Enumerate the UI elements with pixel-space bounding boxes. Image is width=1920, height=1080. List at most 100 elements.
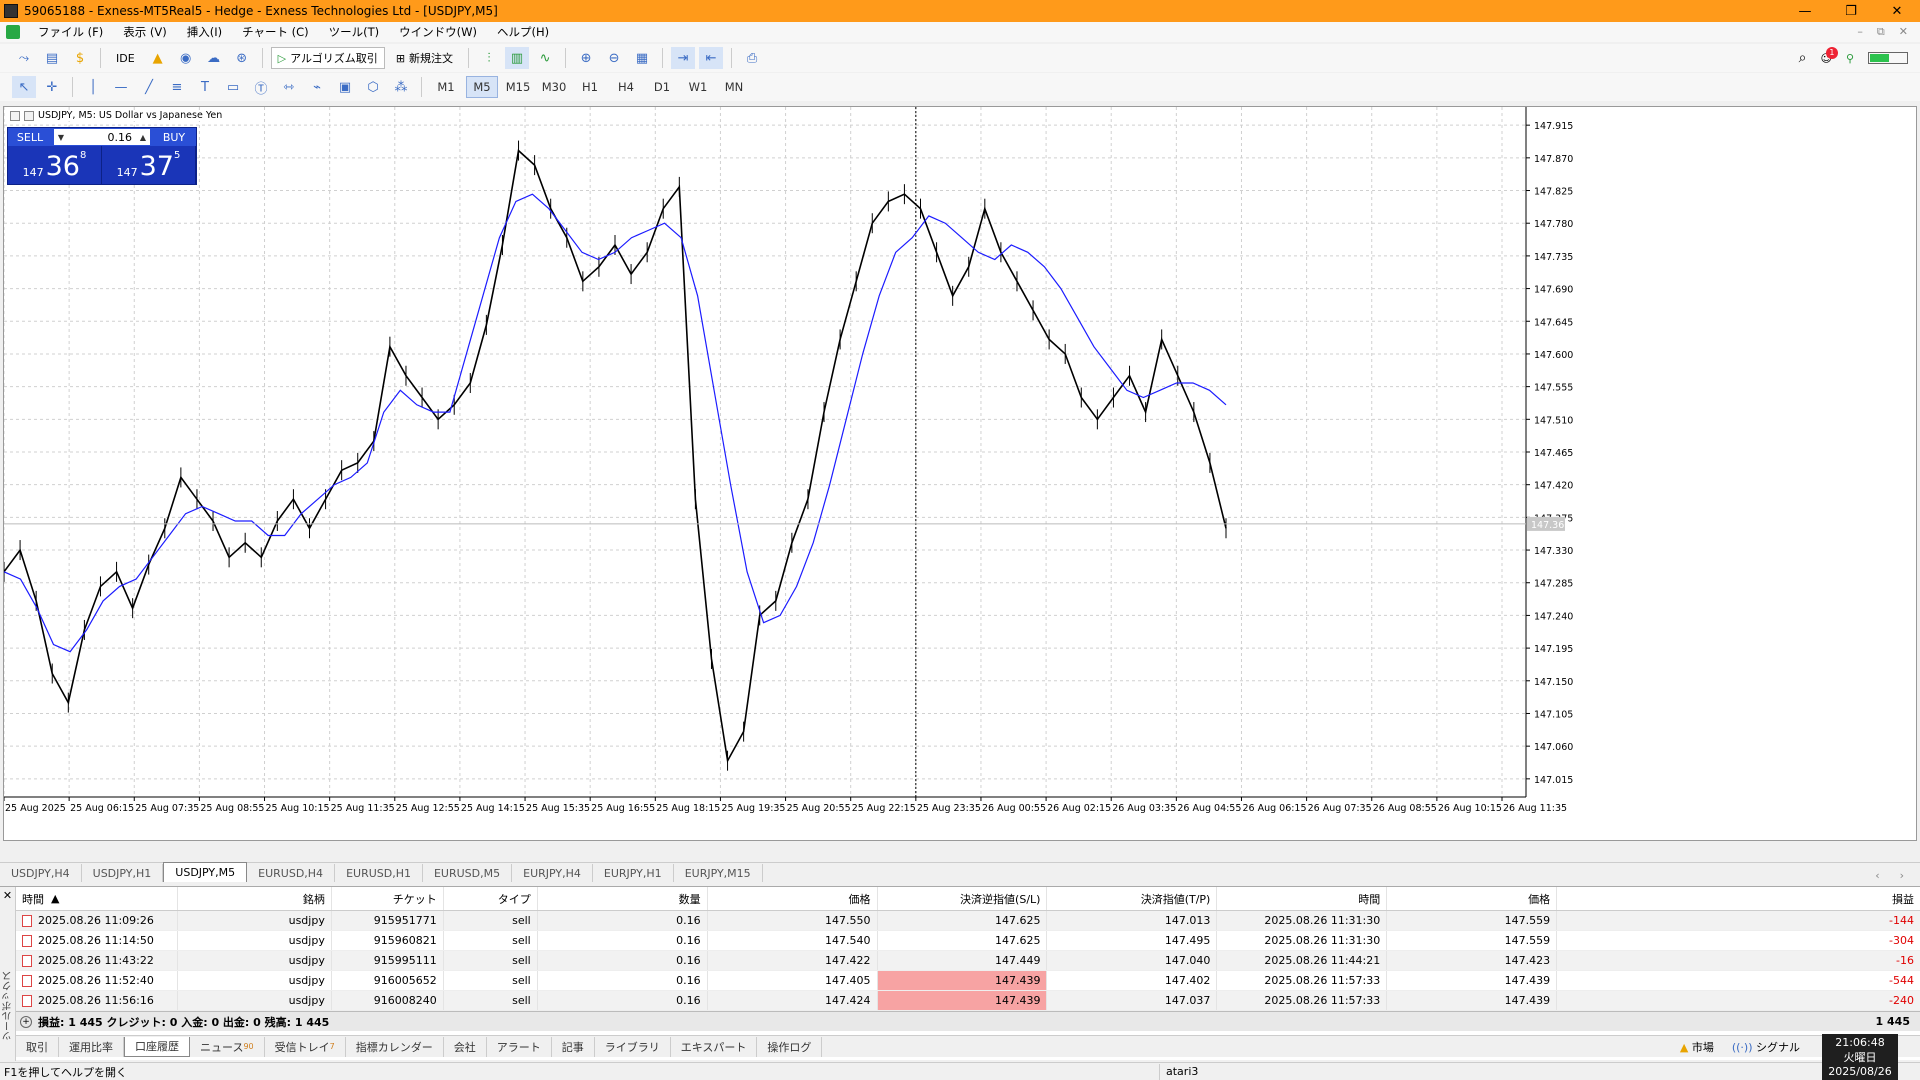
chart-properties-icon[interactable] (24, 110, 34, 121)
table-row[interactable]: 2025.08.26 11:14:50 usdjpy 915960821 sell 0.… (16, 931, 1920, 951)
buy-price[interactable]: 147 37 5 (102, 146, 196, 184)
new-chart-icon[interactable]: ⤳ (12, 47, 36, 69)
button-object-icon[interactable]: ▣ (333, 76, 357, 98)
sell-price[interactable]: 147 36 8 (8, 146, 102, 184)
community-icon[interactable]: ⊛ (230, 47, 254, 69)
lot-value[interactable]: 0.16 (68, 131, 136, 144)
menu-window[interactable]: ウインドウ(W) (389, 24, 487, 40)
lot-size-input[interactable]: ▼ 0.16 ▲ (54, 129, 150, 145)
chart-tab-eurusd-h4[interactable]: EURUSD,H4 (247, 864, 336, 882)
expand-icon[interactable]: + (20, 1015, 32, 1028)
chart-tab-eurusd-h1[interactable]: EURUSD,H1 (335, 864, 423, 882)
col-tp[interactable]: 決済指値(T/P) (1047, 887, 1218, 910)
col-symbol[interactable]: 銘柄 (178, 887, 332, 910)
buy-button[interactable]: BUY (152, 128, 196, 146)
lot-increase-icon[interactable]: ▲ (136, 133, 150, 142)
vertical-line-icon[interactable]: │ (81, 76, 105, 98)
timeframe-d1[interactable]: D1 (646, 76, 678, 98)
tab-articles[interactable]: 記事 (552, 1036, 595, 1057)
timeframe-m30[interactable]: M30 (538, 76, 570, 98)
timeframe-m1[interactable]: M1 (430, 76, 462, 98)
timeframe-h4[interactable]: H4 (610, 76, 642, 98)
indicator-icon[interactable]: ⌁ (305, 76, 329, 98)
tab-history[interactable]: 口座履歴 (124, 1036, 190, 1057)
bar-chart-icon[interactable]: ⫶ (477, 47, 501, 69)
close-icon[interactable]: ✕ (1874, 4, 1920, 19)
timeframe-mn[interactable]: MN (718, 76, 750, 98)
menu-insert[interactable]: 挿入(I) (177, 24, 232, 40)
maximize-icon[interactable]: ❐ (1828, 4, 1874, 19)
candlestick-icon[interactable]: ▥ (505, 47, 530, 69)
table-row[interactable]: 2025.08.26 11:43:22 usdjpy 915995111 sell 0.… (16, 951, 1920, 971)
arrow-icon[interactable]: ⇿ (277, 76, 301, 98)
tab-experts[interactable]: エキスパート (671, 1036, 758, 1057)
ide-button[interactable]: IDE (109, 47, 142, 69)
lot-dropdown-icon[interactable]: ▼ (54, 133, 68, 142)
timeframe-m15[interactable]: M15 (502, 76, 534, 98)
col-profit[interactable]: 損益 (1557, 887, 1920, 910)
objects-menu-icon[interactable]: ⁂ (389, 76, 413, 98)
col-time[interactable]: 時間 ▲ (16, 887, 178, 910)
screenshot-icon[interactable]: ⎙ (740, 47, 764, 69)
notifications-icon[interactable]: ☺ 1 (1820, 46, 1838, 65)
timeframe-w1[interactable]: W1 (682, 76, 714, 98)
horizontal-line-icon[interactable]: — (109, 76, 133, 98)
col-volume[interactable]: 数量 (538, 887, 708, 910)
chart-tab-eurjpy-m15[interactable]: EURJPY,M15 (674, 864, 763, 882)
col-ticket[interactable]: チケット (332, 887, 444, 910)
signal-link[interactable]: ((·)) シグナル (1732, 1039, 1800, 1055)
tab-exposure[interactable]: 運用比率 (59, 1036, 124, 1057)
col-price[interactable]: 価格 (708, 887, 878, 910)
signals-icon[interactable]: ◉ (174, 47, 198, 69)
profiles-icon[interactable]: ▤ (40, 47, 64, 69)
market-watch-icon[interactable]: $ (68, 47, 92, 69)
child-restore-icon[interactable]: ⧉ (1877, 25, 1885, 39)
rectangle-icon[interactable]: ▭ (221, 76, 245, 98)
vps-icon[interactable]: ☁ (202, 47, 226, 69)
tab-journal[interactable]: 操作ログ (757, 1036, 823, 1057)
table-row[interactable]: 2025.08.26 11:56:16 usdjpy 916008240 sell 0.… (16, 991, 1920, 1011)
tab-trade[interactable]: 取引 (16, 1036, 59, 1057)
tab-news[interactable]: ニュース 90 (190, 1036, 265, 1057)
tab-company[interactable]: 会社 (444, 1036, 487, 1057)
minimize-icon[interactable]: — (1782, 4, 1828, 19)
chart-tab-eurjpy-h1[interactable]: EURJPY,H1 (593, 864, 674, 882)
trendline-icon[interactable]: ╱ (137, 76, 161, 98)
zoom-in-icon[interactable]: ⊕ (574, 47, 598, 69)
algo-trading-button[interactable]: ▷ アルゴリズム取引 (270, 47, 385, 69)
chart-tab-usdjpy-m5[interactable]: USDJPY,M5 (163, 862, 248, 882)
crosshair-icon[interactable]: ✛ (40, 76, 64, 98)
market-link[interactable]: ▲ 市場 (1680, 1039, 1714, 1055)
menu-tools[interactable]: ツール(T) (319, 24, 390, 40)
menu-view[interactable]: 表示 (V) (113, 24, 177, 40)
sell-button[interactable]: SELL (8, 128, 52, 146)
text-icon[interactable]: T (193, 76, 217, 98)
tab-scroll-left-icon[interactable]: ‹ (1875, 869, 1879, 882)
chart-tab-usdjpy-h4[interactable]: USDJPY,H4 (0, 864, 82, 882)
chart-tab-usdjpy-h1[interactable]: USDJPY,H1 (82, 864, 164, 882)
toolbox-close-icon[interactable]: ✕ (0, 889, 15, 902)
col-sl[interactable]: 決済逆指値(S/L) (878, 887, 1048, 910)
tab-scroll-right-icon[interactable]: › (1900, 869, 1904, 882)
tab-alerts[interactable]: アラート (487, 1036, 552, 1057)
table-row[interactable]: 2025.08.26 11:09:26 usdjpy 915951771 sell 0.… (16, 911, 1920, 931)
col-close-price[interactable]: 価格 (1387, 887, 1558, 910)
tab-library[interactable]: ライブラリ (595, 1036, 671, 1057)
zoom-out-icon[interactable]: ⊖ (602, 47, 626, 69)
market-icon[interactable]: ▲ (146, 47, 170, 69)
chart-tab-eurusd-m5[interactable]: EURUSD,M5 (423, 864, 513, 882)
search-icon[interactable]: ⌕ (1799, 50, 1807, 66)
chart-menu-icon[interactable] (10, 110, 20, 121)
timeframe-m5[interactable]: M5 (466, 76, 498, 98)
timeframe-h1[interactable]: H1 (574, 76, 606, 98)
chart-window[interactable]: 147.915 147.870 147.825 147.780 147.735 147.6… (3, 106, 1917, 841)
auto-scroll-icon[interactable]: ⇥ (671, 47, 696, 69)
new-order-button[interactable]: ⊞ 新規注文 (389, 47, 460, 69)
text-label-icon[interactable]: Ⓣ (249, 76, 273, 98)
line-chart-icon[interactable]: ∿ (533, 47, 557, 69)
tile-windows-icon[interactable]: ▦ (630, 47, 654, 69)
tab-calendar[interactable]: 指標カレンダー (346, 1036, 444, 1057)
tab-mailbox[interactable]: 受信トレイ 7 (265, 1036, 346, 1057)
shapes-icon[interactable]: ⬡ (361, 76, 385, 98)
chart-tab-eurjpy-h4[interactable]: EURJPY,H4 (512, 864, 593, 882)
